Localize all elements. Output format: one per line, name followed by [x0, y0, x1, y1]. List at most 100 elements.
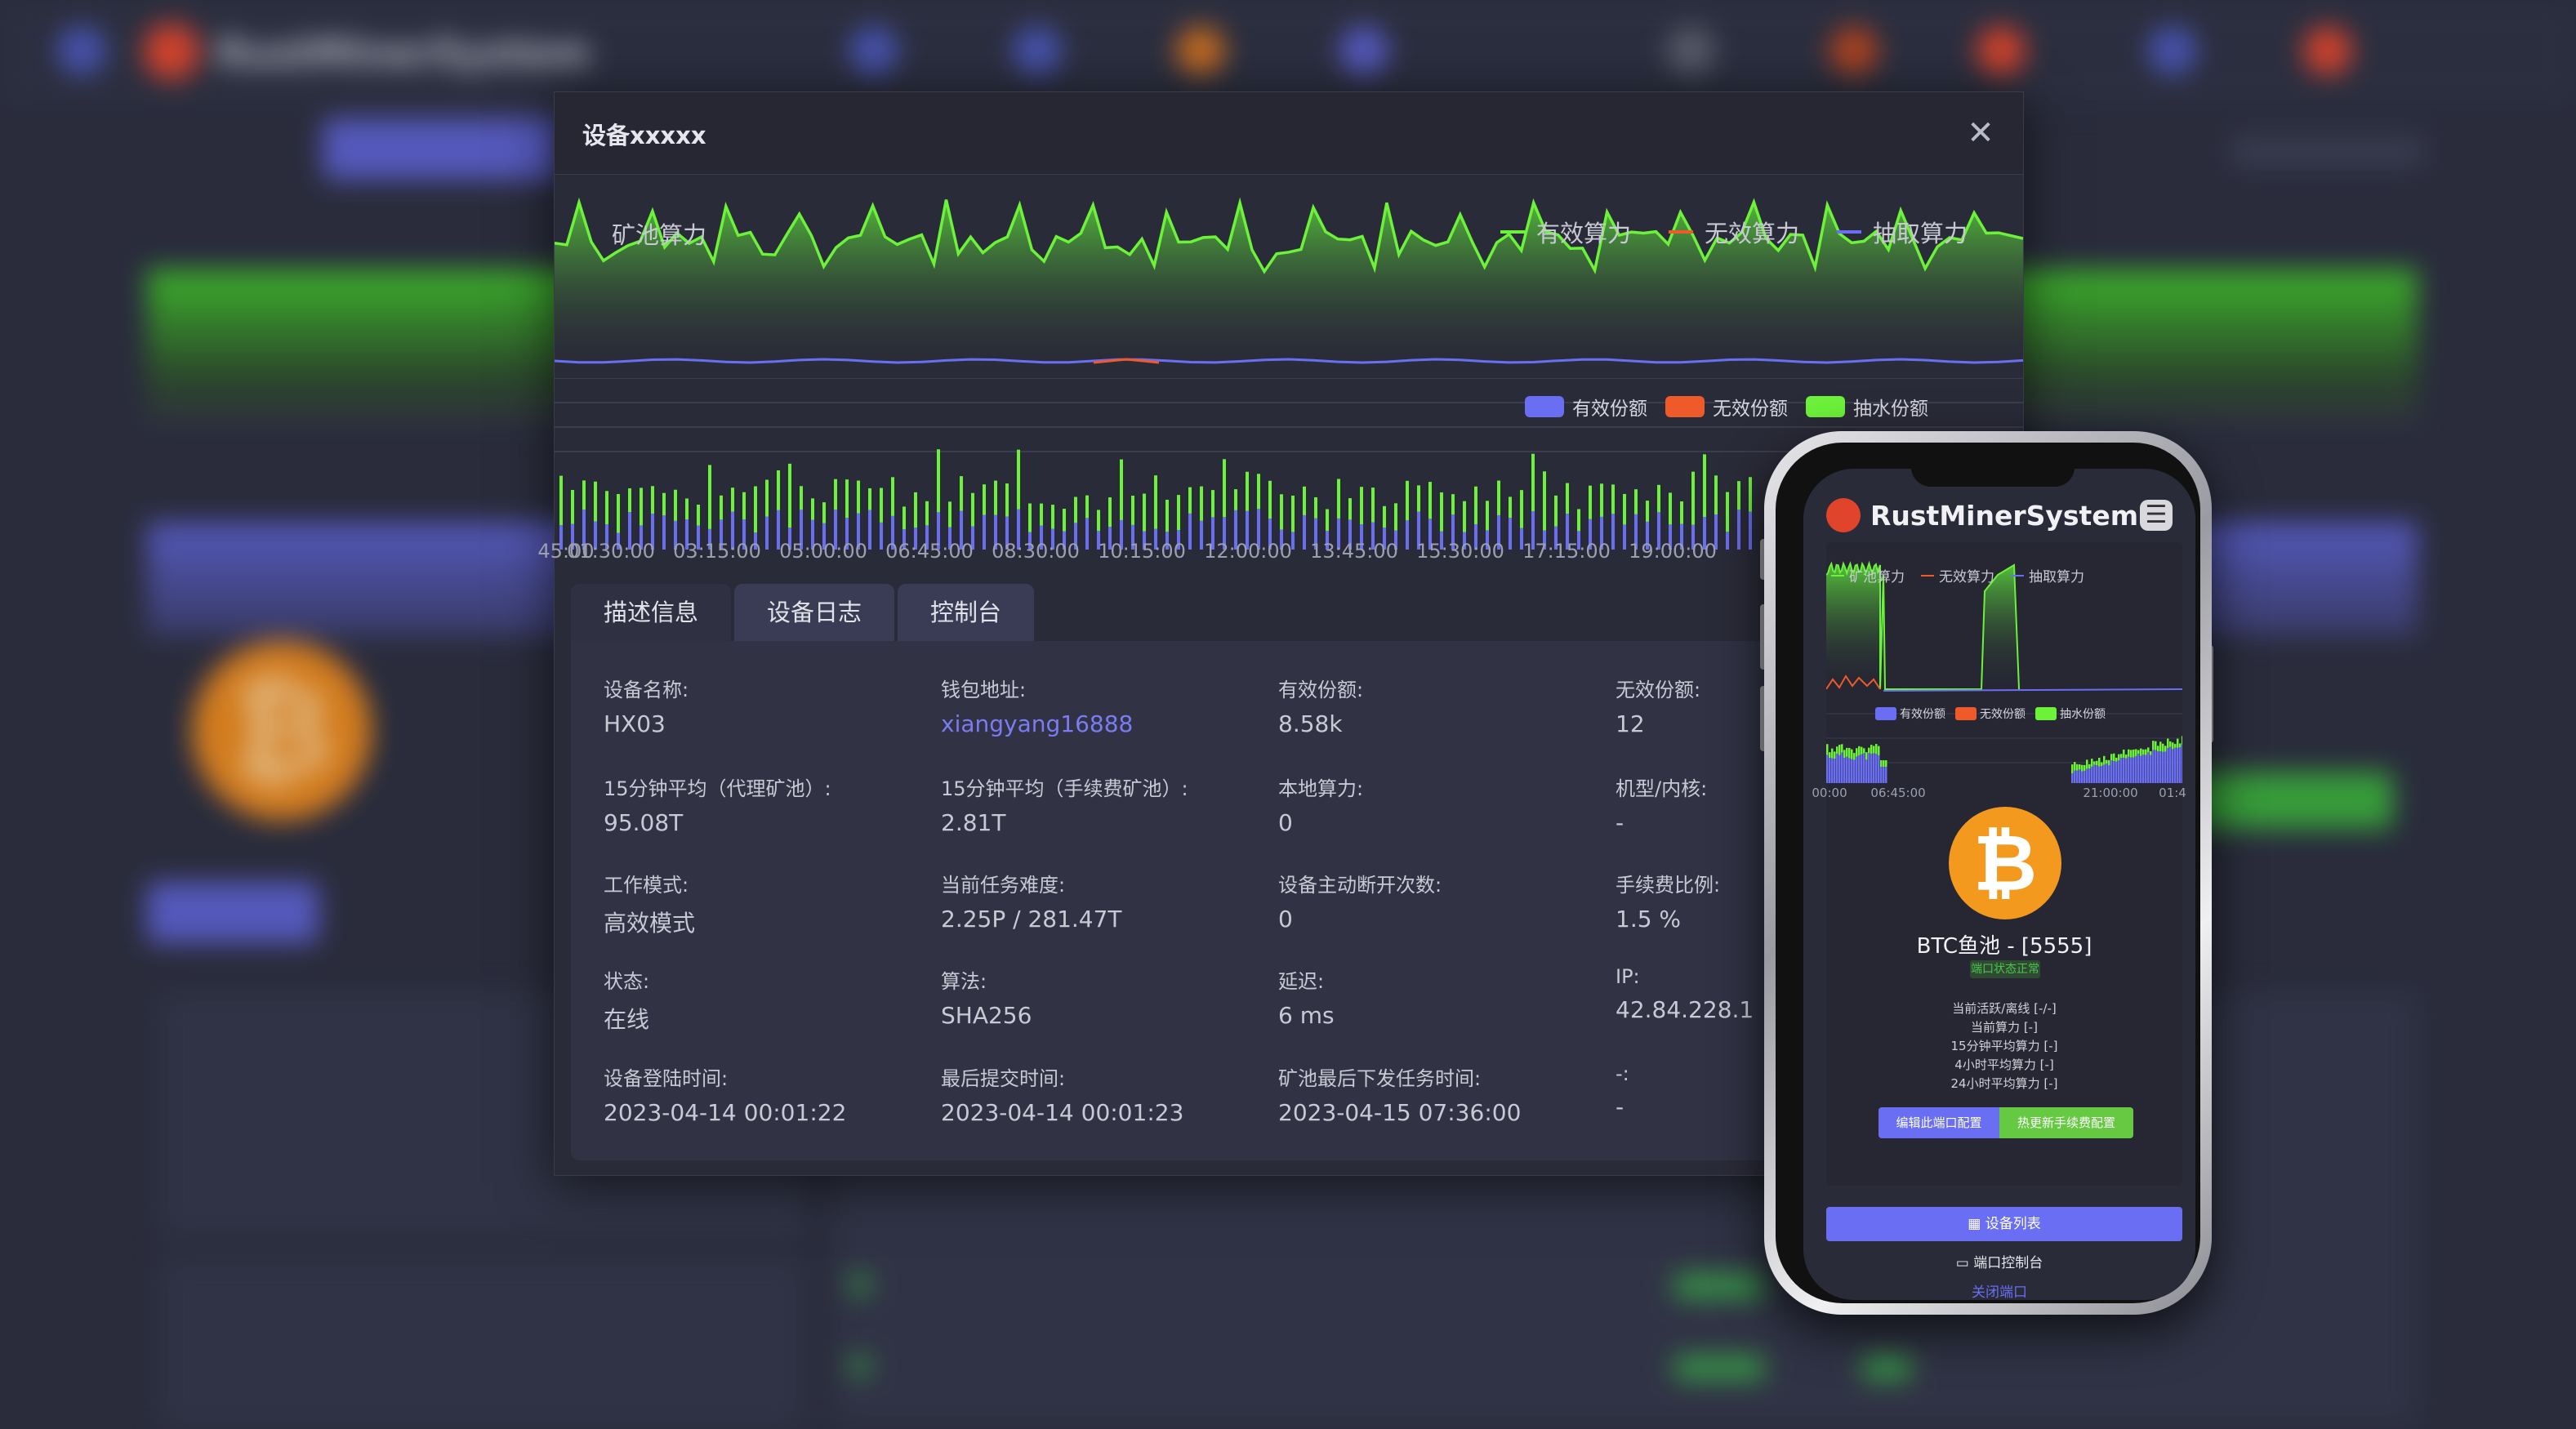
- tab-device-log[interactable]: 设备日志: [734, 584, 895, 641]
- x-tick-label: 00:00: [1812, 786, 1847, 800]
- legend-item[interactable]: 无效份额: [1955, 706, 2026, 722]
- field-15min-avg-proxy: 15分钟平均（代理矿池）: 95.08T: [604, 772, 930, 836]
- field-label: 本地算力:: [1278, 777, 1364, 800]
- phone-share-bar-fee: [2155, 741, 2157, 750]
- share-bar-fee: [1611, 484, 1615, 514]
- legend-item[interactable]: 有效份额: [1875, 706, 1945, 722]
- phone-share-bar: [1848, 758, 1851, 783]
- phone-share-bar: [2103, 764, 2106, 783]
- legend-item[interactable]: 抽水份额: [2035, 706, 2106, 722]
- legend-label: 无效份额: [1980, 708, 2026, 721]
- share-bar-fee: [1531, 453, 1535, 511]
- phone-share-bar-fee: [2137, 750, 2140, 755]
- phone-share-bar-fee: [2140, 748, 2142, 756]
- phone-share-bar: [1883, 767, 1885, 783]
- share-bar-fee: [1497, 480, 1500, 515]
- legend-item-invalid-hashrate[interactable]: 无效算力: [1668, 215, 1799, 249]
- field-label: 设备名称:: [604, 679, 689, 701]
- close-port-link[interactable]: 关闭端口: [1803, 1280, 2195, 1300]
- device-list-button[interactable]: ▦ 设备列表: [1826, 1207, 2182, 1241]
- legend-label: 无效份额: [1713, 398, 1788, 420]
- share-bar-fee: [1303, 486, 1306, 515]
- phone-share-bar-fee: [1834, 751, 1836, 759]
- phone-share-bar-fee: [1843, 750, 1846, 759]
- field-label: 设备主动断开次数:: [1278, 874, 1442, 897]
- phone-share-bar: [2177, 747, 2179, 783]
- phone-share-bar-fee: [2179, 743, 2182, 748]
- edit-port-button[interactable]: 编辑此端口配置: [1879, 1107, 1999, 1138]
- legend-item[interactable]: 矿池算力: [1831, 565, 1905, 585]
- share-bar-fee: [1646, 501, 1649, 522]
- phone-share-bar-fee: [1826, 744, 1829, 755]
- share-bar-fee: [1085, 495, 1089, 519]
- wallet-address-link[interactable]: xiangyang16888: [941, 710, 1268, 737]
- share-bar-fee: [1234, 489, 1237, 510]
- share-bar-fee: [1131, 496, 1134, 525]
- phone-share-bar-fee: [2157, 746, 2159, 752]
- phone-share-bar: [2135, 755, 2137, 783]
- phone-share-bar: [2071, 773, 2074, 783]
- field-label: 15分钟平均（手续费矿池）:: [941, 777, 1188, 800]
- field-label: 当前任务难度:: [941, 874, 1066, 897]
- x-tick-label: 10:15:00: [1098, 540, 1186, 563]
- legend-item-fee-hashrate[interactable]: 抽取算力: [1836, 215, 1968, 249]
- grid-icon: ▦: [1968, 1216, 1985, 1232]
- phone-share-bar: [2088, 768, 2091, 783]
- close-icon[interactable]: ✕: [1963, 115, 1999, 151]
- share-bar-fee: [1669, 492, 1672, 525]
- background-icon: [57, 26, 106, 75]
- phone-share-bar-fee: [2150, 750, 2152, 755]
- field-value: 高效模式: [604, 910, 696, 937]
- share-bar-fee: [1211, 490, 1214, 518]
- field-value: 2023-04-14 00:01:22: [604, 1099, 847, 1126]
- phone-share-bar: [2115, 761, 2118, 783]
- port-console-link[interactable]: ▭ 端口控制台: [1803, 1251, 2195, 1271]
- legend-item[interactable]: 抽取算力: [2011, 565, 2084, 585]
- dialog-header: 设备xxxxx ✕: [555, 92, 2023, 175]
- phone-share-bar: [2096, 765, 2098, 783]
- phone-share-bar: [2093, 764, 2096, 783]
- share-bar-fee: [731, 487, 734, 512]
- hot-update-fee-button[interactable]: 热更新手续费配置: [1999, 1107, 2133, 1138]
- legend-label: 有效份额: [1572, 398, 1647, 420]
- legend-swatch: [1668, 230, 1693, 234]
- phone-share-bar: [1861, 754, 1863, 783]
- share-bar-fee: [1268, 480, 1272, 519]
- share-bar-fee: [720, 495, 723, 520]
- legend-item[interactable]: 无效算力: [1921, 565, 1994, 585]
- tab-description[interactable]: 描述信息: [571, 584, 732, 641]
- phone-share-bar: [1865, 759, 1868, 783]
- phone-share-bar-fee: [2159, 741, 2162, 752]
- share-bar-fee: [1097, 510, 1100, 532]
- legend-item-fee-shares[interactable]: 抽水份额: [1806, 393, 1928, 421]
- phone-share-bar: [2123, 758, 2125, 783]
- port-console-label: 端口控制台: [1973, 1255, 2043, 1271]
- legend-swatch: [1525, 396, 1564, 417]
- phone-share-bar: [1885, 767, 1887, 783]
- phone-share-bar-fee: [2147, 747, 2150, 753]
- legend-item-valid-shares[interactable]: 有效份额: [1525, 393, 1647, 421]
- share-bar-fee: [1143, 493, 1146, 532]
- pool-name: BTC鱼池 - [5555]: [1916, 934, 2092, 959]
- share-bar-fee: [1040, 503, 1043, 526]
- share-bar-fee: [662, 492, 666, 516]
- menu-icon[interactable]: ☰: [2140, 500, 2173, 531]
- phone-notch: [1911, 454, 2075, 487]
- legend-item-valid-hashrate[interactable]: 有效算力: [1500, 215, 1631, 249]
- share-bar-fee: [1360, 487, 1363, 525]
- tab-console[interactable]: 控制台: [898, 584, 1035, 641]
- share-bar-fee: [983, 484, 986, 515]
- share-bar-fee: [1337, 479, 1340, 519]
- phone-share-bar-fee: [2152, 741, 2155, 750]
- phone-share-bar-fee: [1831, 748, 1834, 759]
- phone-share-bar-fee: [1856, 748, 1858, 757]
- phone-share-bar-fee: [1875, 744, 1878, 755]
- share-bar-fee: [1680, 501, 1683, 524]
- phone-share-bar-fee: [2167, 738, 2169, 748]
- legend-item-invalid-shares[interactable]: 无效份额: [1665, 393, 1788, 421]
- share-bar-fee: [1051, 505, 1054, 529]
- x-tick-label: 17:15:00: [1522, 540, 1611, 563]
- share-bar-fee: [708, 465, 711, 529]
- phone-share-bar-fee: [2091, 759, 2093, 767]
- share-bar-fee: [1257, 474, 1260, 510]
